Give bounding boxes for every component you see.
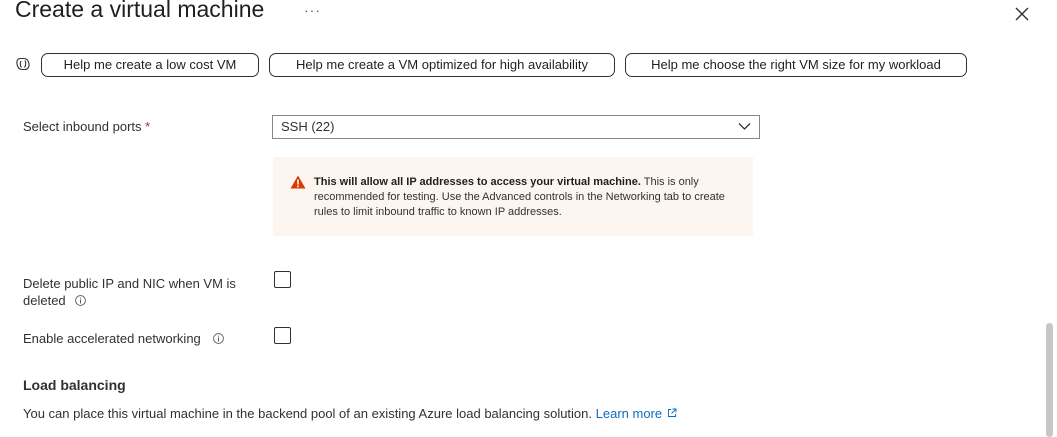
info-icon[interactable] xyxy=(213,333,225,344)
required-marker: * xyxy=(145,119,151,134)
more-options-button[interactable]: ··· xyxy=(304,2,321,18)
learn-more-link[interactable]: Learn more xyxy=(596,406,677,421)
info-icon[interactable] xyxy=(75,295,87,306)
scrollbar-thumb[interactable] xyxy=(1046,323,1053,437)
load-balancing-heading: Load balancing xyxy=(23,377,126,393)
load-balancing-description: You can place this virtual machine in th… xyxy=(23,406,677,421)
copilot-icon xyxy=(16,57,30,71)
delete-public-ip-label-line1: Delete public IP and NIC when VM is xyxy=(23,276,236,291)
inbound-ports-label-text: Select inbound ports xyxy=(23,119,142,134)
page-title: Create a virtual machine xyxy=(15,0,265,22)
accelerated-networking-label: Enable accelerated networking xyxy=(23,331,225,346)
chevron-down-icon xyxy=(738,123,751,130)
delete-public-ip-checkbox[interactable] xyxy=(274,271,291,288)
warning-bold-text: This will allow all IP addresses to acce… xyxy=(314,176,641,188)
low-cost-vm-button[interactable]: Help me create a low cost VM xyxy=(41,53,259,77)
delete-public-ip-label: Delete public IP and NIC when VM is dele… xyxy=(23,275,236,309)
vm-size-help-button[interactable]: Help me choose the right VM size for my … xyxy=(625,53,967,77)
warning-icon xyxy=(290,175,306,189)
inbound-ports-selected-value: SSH (22) xyxy=(281,119,335,134)
delete-public-ip-label-line2: deleted xyxy=(23,293,66,308)
inbound-ports-label: Select inbound ports * xyxy=(23,119,150,134)
delete-public-ip-label-line2-row: deleted xyxy=(23,292,236,309)
learn-more-link-text: Learn more xyxy=(595,406,663,421)
accelerated-networking-label-text: Enable accelerated networking xyxy=(23,331,201,346)
warning-message: This will allow all IP addresses to acce… xyxy=(273,157,753,236)
warning-text: This will allow all IP addresses to acce… xyxy=(314,175,746,220)
accelerated-networking-checkbox[interactable] xyxy=(274,327,291,344)
close-icon[interactable] xyxy=(1012,4,1032,24)
high-availability-vm-button[interactable]: Help me create a VM optimized for high a… xyxy=(269,53,615,77)
external-link-icon xyxy=(668,408,677,417)
inbound-ports-select[interactable]: SSH (22) xyxy=(272,115,760,139)
load-balancing-description-text: You can place this virtual machine in th… xyxy=(23,406,593,421)
